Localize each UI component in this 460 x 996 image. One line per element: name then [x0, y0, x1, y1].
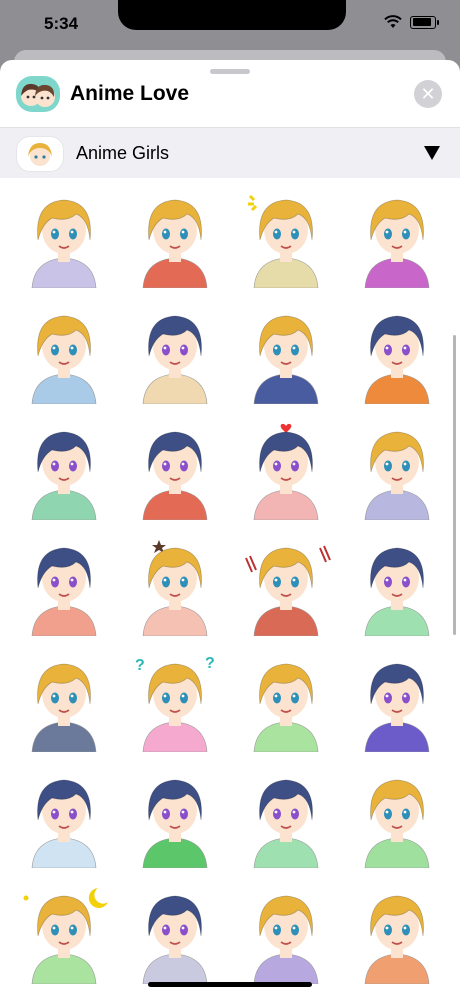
close-button[interactable]: ✕: [414, 80, 442, 108]
sticker-item[interactable]: [230, 528, 341, 644]
sticker-image: [253, 663, 318, 752]
sticker-image: [253, 315, 318, 404]
sticker-image: [142, 315, 207, 404]
sticker-image: [142, 199, 207, 288]
sticker-image: [142, 779, 207, 868]
sticker-image: [31, 431, 96, 520]
sticker-image: [364, 663, 429, 752]
sticker-image: [253, 423, 318, 520]
pack-selector[interactable]: Anime Girls: [0, 127, 460, 178]
sticker-item[interactable]: [8, 528, 119, 644]
sticker-item[interactable]: [341, 760, 452, 876]
sticker-image: [364, 431, 429, 520]
sticker-item[interactable]: [119, 876, 230, 992]
notch: [118, 0, 346, 30]
sticker-sheet: Anime Love ✕ Anime Girls ? ?: [0, 60, 460, 996]
sticker-item[interactable]: [341, 644, 452, 760]
sticker-image: [364, 779, 429, 868]
sticker-item[interactable]: [230, 180, 341, 296]
sticker-item[interactable]: [341, 876, 452, 992]
sticker-image: [31, 779, 96, 868]
sticker-item[interactable]: [230, 412, 341, 528]
sticker-item[interactable]: [119, 412, 230, 528]
home-indicator[interactable]: [148, 982, 312, 987]
wifi-icon: [384, 15, 402, 28]
sticker-image: [253, 895, 318, 984]
sticker-image: [142, 895, 207, 984]
sticker-image: [364, 895, 429, 984]
triangle-down-icon[interactable]: [424, 146, 440, 160]
sticker-image: [253, 779, 318, 868]
sticker-image: ??: [135, 655, 215, 752]
sticker-item[interactable]: [341, 180, 452, 296]
status-icons: [384, 15, 439, 29]
sticker-item[interactable]: [119, 528, 230, 644]
sticker-item[interactable]: [230, 296, 341, 412]
sticker-image: [31, 199, 96, 288]
sticker-item[interactable]: [230, 644, 341, 760]
sticker-item[interactable]: [119, 296, 230, 412]
sticker-image: [31, 547, 96, 636]
sticker-item[interactable]: [8, 760, 119, 876]
sticker-item[interactable]: [8, 180, 119, 296]
sticker-image: [244, 545, 331, 636]
app-title: Anime Love: [70, 82, 190, 105]
sheet-header: Anime Love ✕: [0, 60, 460, 130]
sticker-item[interactable]: [230, 876, 341, 992]
sticker-image: [364, 315, 429, 404]
pack-thumbnail: [16, 136, 64, 172]
sticker-item[interactable]: [119, 760, 230, 876]
sticker-item[interactable]: [8, 412, 119, 528]
sticker-item[interactable]: [8, 876, 119, 992]
status-bar: 5:34: [0, 0, 460, 50]
sticker-item[interactable]: [8, 644, 119, 760]
sticker-item[interactable]: [341, 296, 452, 412]
sticker-image: [142, 431, 207, 520]
xmark-icon: ✕: [420, 84, 436, 104]
sticker-grid: ??: [8, 180, 452, 992]
sticker-image: [31, 663, 96, 752]
scrollbar[interactable]: [453, 335, 456, 635]
sticker-image: [31, 315, 96, 404]
sticker-item[interactable]: [341, 528, 452, 644]
sticker-image: [23, 888, 108, 984]
svg-text:?: ?: [205, 655, 215, 672]
sticker-item[interactable]: [119, 180, 230, 296]
battery-icon: [410, 15, 439, 29]
sticker-item[interactable]: [341, 412, 452, 528]
sticker-image: [247, 194, 318, 288]
sticker-image: [142, 540, 207, 636]
pack-name: Anime Girls: [76, 143, 170, 163]
sticker-image: [364, 547, 429, 636]
sticker-image: [364, 199, 429, 288]
sticker-item[interactable]: [230, 760, 341, 876]
status-time: 5:34: [44, 14, 79, 33]
svg-text:?: ?: [135, 657, 145, 674]
app-icon: [16, 76, 60, 112]
sticker-item[interactable]: [8, 296, 119, 412]
sticker-item[interactable]: ??: [119, 644, 230, 760]
